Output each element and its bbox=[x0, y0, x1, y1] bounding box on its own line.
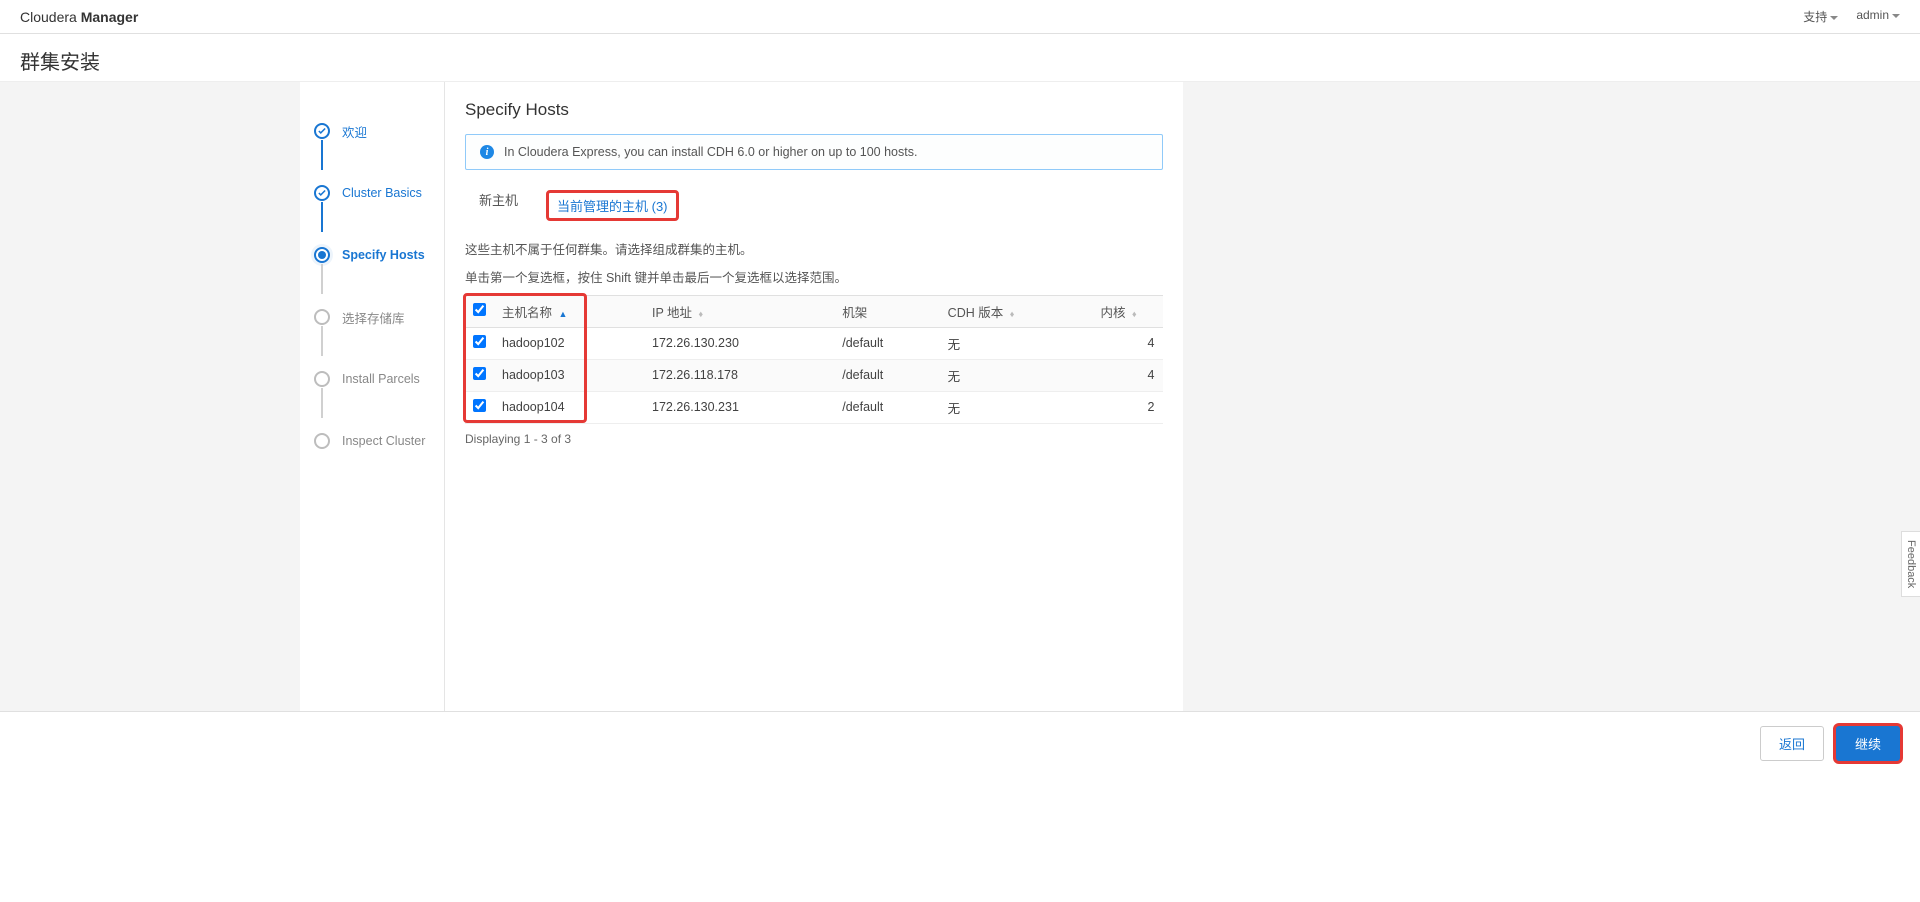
cell-hostname: hadoop103 bbox=[494, 359, 644, 391]
col-hostname[interactable]: 主机名称 ▲ bbox=[494, 295, 644, 327]
cell-hostname: hadoop104 bbox=[494, 391, 644, 423]
info-icon: i bbox=[480, 145, 494, 159]
cell-ip: 172.26.118.178 bbox=[644, 359, 834, 391]
select-all-checkbox[interactable] bbox=[473, 303, 486, 316]
step-inspect-cluster: Inspect Cluster bbox=[300, 410, 444, 472]
step-welcome[interactable]: 欢迎 bbox=[300, 100, 444, 162]
brand-light: Cloudera bbox=[20, 9, 77, 25]
section-heading: Specify Hosts bbox=[465, 100, 1163, 120]
sort-icon: ♦ bbox=[699, 309, 704, 319]
col-cdh-version[interactable]: CDH 版本 ♦ bbox=[940, 295, 1093, 327]
row-checkbox[interactable] bbox=[473, 367, 486, 380]
cell-rack: /default bbox=[834, 327, 939, 359]
wizard-sidebar: 欢迎 Cluster Basics Specify Hosts 选择存储库 In… bbox=[300, 82, 445, 711]
pending-step-icon bbox=[314, 433, 330, 449]
hosts-table: 主机名称 ▲ IP 地址 ♦ 机架 CDH 版本 bbox=[465, 295, 1163, 424]
cell-ip: 172.26.130.231 bbox=[644, 391, 834, 423]
table-row[interactable]: hadoop104172.26.130.231/default无2 bbox=[465, 391, 1163, 423]
col-rack[interactable]: 机架 bbox=[834, 295, 939, 327]
pending-step-icon bbox=[314, 309, 330, 325]
col-cores[interactable]: 内核 ♦ bbox=[1093, 295, 1163, 327]
user-menu[interactable]: admin bbox=[1856, 8, 1900, 25]
row-checkbox[interactable] bbox=[473, 399, 486, 412]
col-ip[interactable]: IP 地址 ♦ bbox=[644, 295, 834, 327]
row-checkbox[interactable] bbox=[473, 335, 486, 348]
step-specify-hosts[interactable]: Specify Hosts bbox=[300, 224, 444, 286]
continue-button[interactable]: 继续 bbox=[1836, 726, 1900, 761]
page-title: 群集安装 bbox=[0, 34, 1920, 81]
cell-cores: 4 bbox=[1093, 327, 1163, 359]
cell-rack: /default bbox=[834, 391, 939, 423]
chevron-down-icon bbox=[1830, 16, 1838, 20]
table-row[interactable]: hadoop103172.26.118.178/default无4 bbox=[465, 359, 1163, 391]
cell-cdh: 无 bbox=[940, 391, 1093, 423]
step-cluster-basics[interactable]: Cluster Basics bbox=[300, 162, 444, 224]
chevron-down-icon bbox=[1892, 14, 1900, 18]
cell-ip: 172.26.130.230 bbox=[644, 327, 834, 359]
cell-cores: 2 bbox=[1093, 391, 1163, 423]
back-button[interactable]: 返回 bbox=[1760, 726, 1824, 761]
highlight-box: 当前管理的主机 (3) bbox=[546, 190, 679, 221]
check-icon bbox=[314, 185, 330, 201]
tab-new-host[interactable]: 新主机 bbox=[465, 184, 532, 227]
step-install-parcels: Install Parcels bbox=[300, 348, 444, 410]
sort-asc-icon: ▲ bbox=[559, 309, 568, 319]
cell-rack: /default bbox=[834, 359, 939, 391]
info-banner: i In Cloudera Express, you can install C… bbox=[465, 134, 1163, 170]
description-line-2: 单击第一个复选框，按住 Shift 键并单击最后一个复选框以选择范围。 bbox=[465, 267, 1163, 291]
table-row[interactable]: hadoop102172.26.130.230/default无4 bbox=[465, 327, 1163, 359]
check-icon bbox=[314, 123, 330, 139]
pending-step-icon bbox=[314, 371, 330, 387]
brand: Cloudera Manager bbox=[20, 9, 138, 25]
cell-cdh: 无 bbox=[940, 327, 1093, 359]
support-menu[interactable]: 支持 bbox=[1803, 8, 1838, 25]
sort-icon: ♦ bbox=[1010, 309, 1015, 319]
current-step-icon bbox=[314, 247, 330, 263]
cell-cores: 4 bbox=[1093, 359, 1163, 391]
info-text: In Cloudera Express, you can install CDH… bbox=[504, 145, 917, 159]
cell-cdh: 无 bbox=[940, 359, 1093, 391]
brand-bold: Manager bbox=[81, 9, 139, 25]
pagination-info: Displaying 1 - 3 of 3 bbox=[465, 432, 1163, 446]
cell-hostname: hadoop102 bbox=[494, 327, 644, 359]
description-line-1: 这些主机不属于任何群集。请选择组成群集的主机。 bbox=[465, 239, 1163, 263]
step-select-repository: 选择存储库 bbox=[300, 286, 444, 348]
tab-managed-hosts[interactable]: 当前管理的主机 (3) bbox=[532, 184, 693, 227]
feedback-tab[interactable]: Feedback bbox=[1901, 531, 1920, 597]
sort-icon: ♦ bbox=[1132, 309, 1137, 319]
